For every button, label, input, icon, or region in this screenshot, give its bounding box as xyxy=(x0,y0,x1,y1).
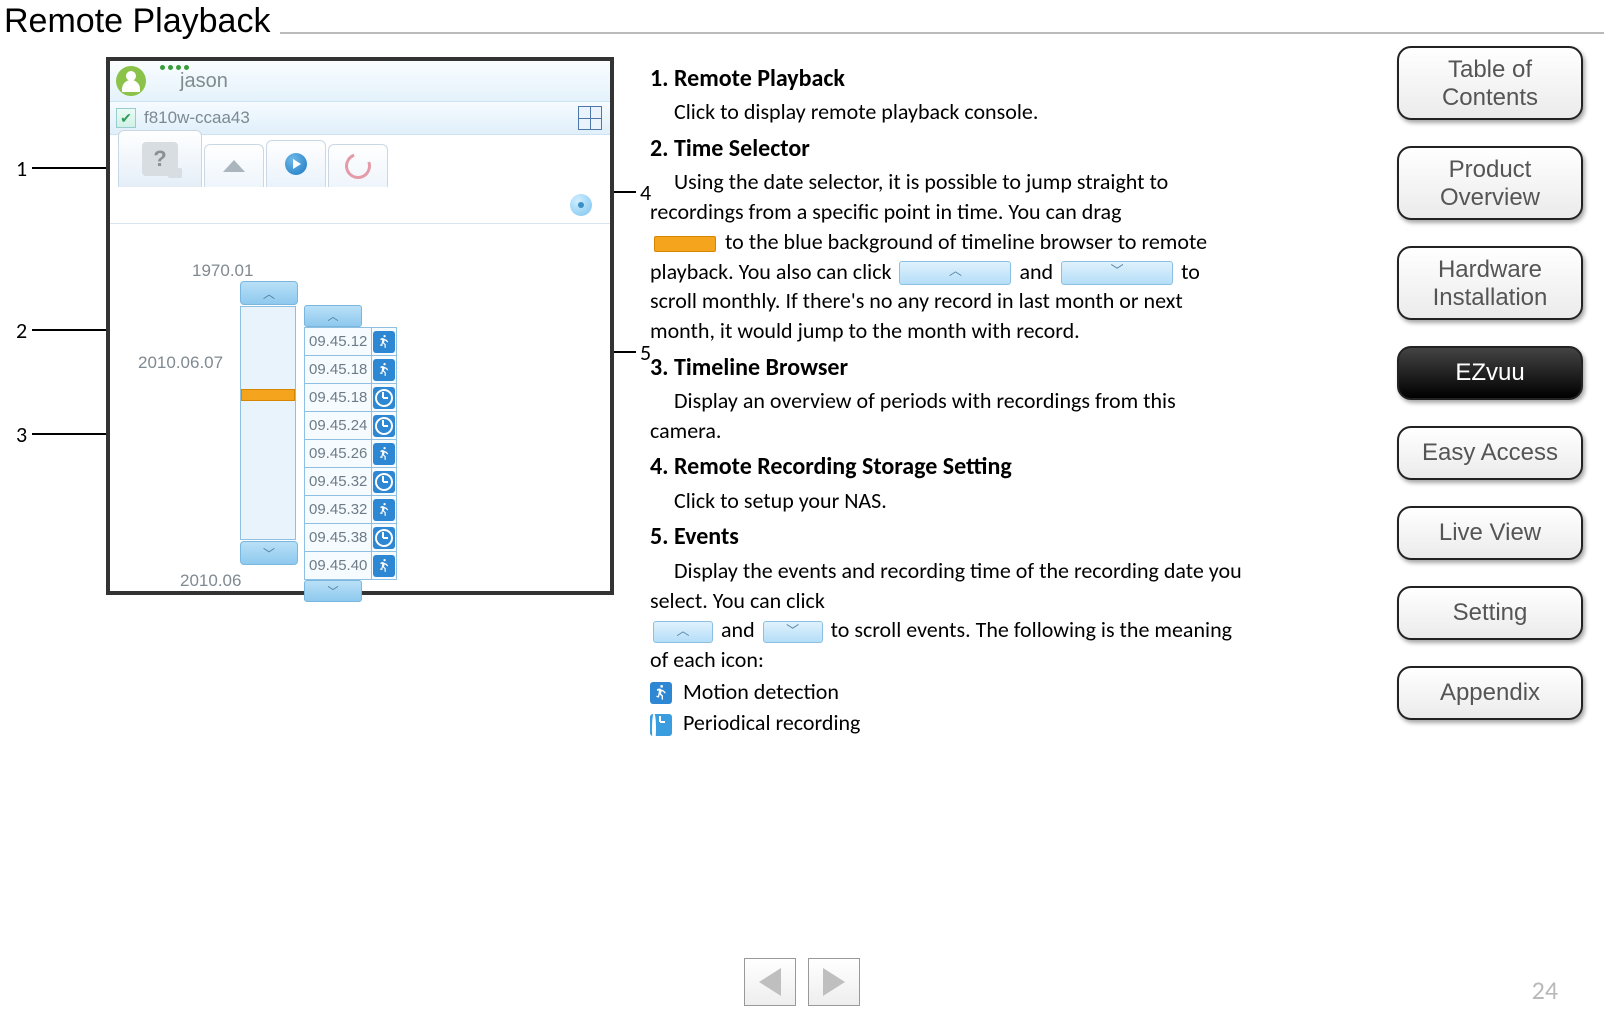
check-icon: ✔ xyxy=(116,108,136,128)
chevron-left-icon xyxy=(759,968,781,996)
drag-bar-icon xyxy=(654,236,716,252)
chevron-right-icon xyxy=(823,968,845,996)
event-time: 09.45.32 xyxy=(305,468,372,496)
periodic-event-icon xyxy=(372,524,397,552)
section-2-heading: 2. Time Selector xyxy=(650,133,1250,165)
play-icon xyxy=(285,153,307,175)
next-page-button[interactable] xyxy=(808,958,860,1006)
date-selected: 2010.06.07 xyxy=(138,353,223,373)
event-time: 09.45.18 xyxy=(305,384,372,412)
periodic-event-icon xyxy=(372,468,397,496)
mock-userbar: jason xyxy=(110,61,610,101)
tab-home xyxy=(204,144,264,187)
callout-3: 3 xyxy=(16,421,27,448)
event-row: 09.45.12 xyxy=(305,328,397,356)
nav-live-view[interactable]: Live View xyxy=(1397,506,1583,560)
motion-event-icon xyxy=(372,356,397,384)
periodic-event-icon xyxy=(372,384,397,412)
motion-event-icon xyxy=(372,496,397,524)
section-5-heading: 5. Events xyxy=(650,521,1250,553)
tab-refresh xyxy=(328,144,388,187)
side-nav: Table ofContents ProductOverview Hardwar… xyxy=(1390,46,1590,720)
motion-event-icon xyxy=(372,328,397,356)
prev-page-button[interactable] xyxy=(744,958,796,1006)
event-time: 09.45.18 xyxy=(305,356,372,384)
storage-row xyxy=(110,187,610,224)
callout-4: 4 xyxy=(640,179,651,206)
storage-disk-icon xyxy=(570,194,592,216)
explanation-text: 1. Remote Playback Click to display remo… xyxy=(650,57,1250,738)
home-icon xyxy=(223,160,245,172)
events-column: ︿ 09.45.1209.45.1809.45.1809.45.2409.45.… xyxy=(304,305,397,602)
event-row: 09.45.38 xyxy=(305,524,397,552)
nav-appendix[interactable]: Appendix xyxy=(1397,666,1583,720)
user-icon xyxy=(116,66,146,96)
callout-2: 2 xyxy=(16,317,27,344)
event-row: 09.45.18 xyxy=(305,384,397,412)
section-3-heading: 3. Timeline Browser xyxy=(650,352,1250,384)
event-time: 09.45.24 xyxy=(305,412,372,440)
events-table: 09.45.1209.45.1809.45.1809.45.2409.45.26… xyxy=(304,327,397,580)
section-1-body: Click to display remote playback console… xyxy=(650,97,1250,127)
timeline-browser xyxy=(240,306,296,540)
motion-event-icon xyxy=(372,552,397,580)
event-time: 09.45.26 xyxy=(305,440,372,468)
section-2-body: Using the date selector, it is possible … xyxy=(650,167,1250,345)
callout-5: 5 xyxy=(640,339,651,366)
scroll-down-events: ﹀ xyxy=(304,580,362,602)
layout-grid-icon xyxy=(578,106,602,130)
refresh-icon xyxy=(341,149,376,184)
scroll-down-month: ﹀ xyxy=(240,541,298,565)
event-time: 09.45.32 xyxy=(305,496,372,524)
motion-icon xyxy=(650,682,672,704)
event-time: 09.45.38 xyxy=(305,524,372,552)
nav-product-overview[interactable]: ProductOverview xyxy=(1397,146,1583,220)
section-5-body: Display the events and recording time of… xyxy=(650,556,1250,675)
legend-motion: Motion detection xyxy=(650,677,1250,707)
page-number: 24 xyxy=(1532,974,1558,1006)
scroll-down-events-inline-icon: ﹀ xyxy=(763,621,823,643)
question-icon: ? xyxy=(142,142,178,176)
event-row: 09.45.26 xyxy=(305,440,397,468)
section-1-heading: 1. Remote Playback xyxy=(650,63,1250,95)
nav-toc[interactable]: Table ofContents xyxy=(1397,46,1583,120)
scroll-up-month: ︿ xyxy=(240,281,298,305)
timeline: ︿ ﹀ ︿ 09.45.1209.45.1809.45.1809.45.2409… xyxy=(240,281,470,561)
nav-hardware-installation[interactable]: HardwareInstallation xyxy=(1397,246,1583,320)
event-row: 09.45.32 xyxy=(305,496,397,524)
scroll-up-inline-icon: ︿ xyxy=(899,261,1011,285)
event-time: 09.45.40 xyxy=(305,552,372,580)
event-row: 09.45.40 xyxy=(305,552,397,580)
page-title: Remote Playback xyxy=(0,0,274,47)
section-4-heading: 4. Remote Recording Storage Setting xyxy=(650,451,1250,483)
scroll-up-events-inline-icon: ︿ xyxy=(653,621,713,643)
nav-easy-access[interactable]: Easy Access xyxy=(1397,426,1583,480)
tab-playback xyxy=(266,140,326,187)
periodic-icon xyxy=(650,714,672,736)
section-4-body: Click to setup your NAS. xyxy=(650,486,1250,516)
mock-tabbar: ? xyxy=(118,139,610,187)
playback-mock: jason ✔ f810w-ccaa43 ? 1970.01 2010.06.0… xyxy=(106,57,614,595)
scroll-down-inline-icon: ﹀ xyxy=(1061,261,1173,285)
record-segment xyxy=(241,389,295,401)
tab-unknown: ? xyxy=(118,130,202,187)
section-3-body: Display an overview of periods with reco… xyxy=(650,386,1250,445)
date-bottom: 2010.06 xyxy=(180,571,241,591)
nav-ezvuu[interactable]: EZvuu xyxy=(1397,346,1583,400)
scroll-up-events: ︿ xyxy=(304,305,362,327)
event-row: 09.45.24 xyxy=(305,412,397,440)
motion-event-icon xyxy=(372,440,397,468)
camera-id: f810w-ccaa43 xyxy=(144,108,578,128)
date-top: 1970.01 xyxy=(192,261,253,281)
event-row: 09.45.18 xyxy=(305,356,397,384)
event-row: 09.45.32 xyxy=(305,468,397,496)
periodic-event-icon xyxy=(372,412,397,440)
callout-1: 1 xyxy=(16,155,27,182)
username-label: jason xyxy=(180,70,228,93)
event-time: 09.45.12 xyxy=(305,328,372,356)
title-rule xyxy=(280,32,1604,34)
nav-setting[interactable]: Setting xyxy=(1397,586,1583,640)
page-footer xyxy=(0,958,1604,1006)
legend-periodic: Periodical recording xyxy=(650,708,1250,738)
